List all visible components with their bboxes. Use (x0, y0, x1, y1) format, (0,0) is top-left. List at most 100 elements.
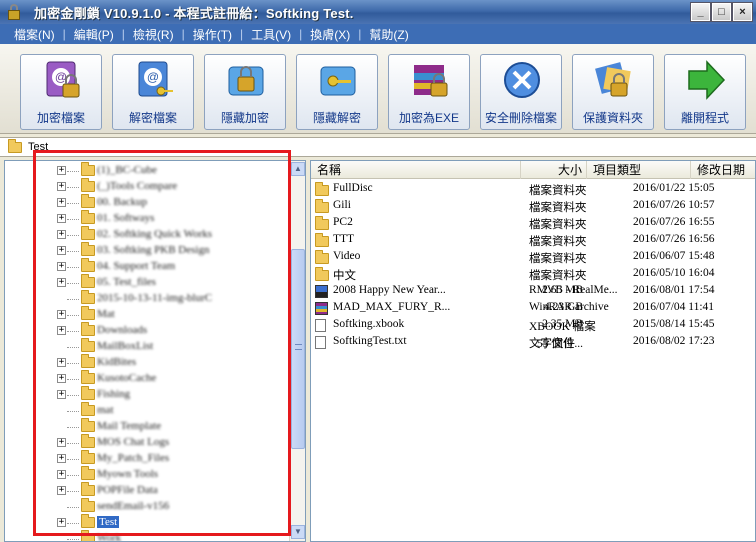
menu-help[interactable]: 幫助(Z) (361, 26, 416, 43)
folder-icon (315, 199, 329, 213)
minimize-button[interactable]: _ (690, 2, 711, 22)
tree-item[interactable]: + KidBites (5, 354, 295, 371)
file-modified: 2015/08/14 15:45 (633, 318, 715, 330)
file-row[interactable]: Gili 檔案資料夾 2016/07/26 10:57 (311, 198, 755, 215)
protect-folder-button[interactable]: 保護資料夾 (572, 54, 654, 130)
toolbar-label: 安全刪除檔案 (484, 111, 557, 125)
menu-view[interactable]: 檢視(R) (125, 26, 182, 43)
tree-item[interactable]: sendEmail-v156 (5, 498, 295, 515)
encrypt-file-button[interactable]: @ 加密檔案 (20, 54, 102, 130)
window-title: 加密金剛鎖 V10.9.1.0 - 本程式註冊給：Softking Test. (34, 5, 354, 21)
file-row[interactable]: FullDisc 檔案資料夾 2016/01/22 15:05 (311, 181, 755, 198)
file-row[interactable]: TTT 檔案資料夾 2016/07/26 16:56 (311, 232, 755, 249)
scroll-down-arrow[interactable]: ▼ (291, 525, 305, 539)
file-modified: 2016/08/01 17:54 (633, 284, 715, 296)
scroll-thumb[interactable] (291, 249, 305, 449)
decrypt-file-button[interactable]: @ 解密檔案 (112, 54, 194, 130)
menu-operate[interactable]: 操作(T) (185, 26, 240, 43)
tree-item[interactable]: + KusotoCache (5, 370, 295, 387)
expand-icon[interactable]: + (57, 454, 66, 463)
encrypt-exe-icon (414, 65, 448, 97)
file-row[interactable]: MAD_MAX_FURY_R... 4.23 GB WinRAR archive 20… (311, 300, 755, 317)
menu-edit[interactable]: 編輯(P) (66, 26, 122, 43)
tree-item[interactable]: + Downloads (5, 322, 295, 339)
tree-item[interactable]: MailBoxList (5, 338, 295, 355)
tree-item[interactable]: + Fishing (5, 386, 295, 403)
expand-icon[interactable]: + (57, 230, 66, 239)
folder-icon (81, 434, 95, 448)
file-modified: 2016/05/10 16:04 (633, 267, 715, 279)
expand-icon[interactable]: + (57, 310, 66, 319)
column-size[interactable]: 大小 (521, 161, 587, 179)
tree-item[interactable]: + POPFile Data (5, 482, 295, 499)
expand-icon[interactable]: + (57, 214, 66, 223)
tree-item[interactable]: + (_)Tools Compare (5, 178, 295, 195)
tree-connector (67, 539, 79, 540)
tree-item[interactable]: +03. Softking PKB Design (5, 242, 295, 259)
file-row[interactable]: Softking.xbook 2.35 MB XBOOK 檔案 2015/08/14 … (311, 317, 755, 334)
tree-item[interactable]: +01. Softways (5, 210, 295, 227)
tree-item[interactable]: Mail Template (5, 418, 295, 435)
file-row[interactable]: Video 檔案資料夾 2016/06/07 15:48 (311, 249, 755, 266)
file-list[interactable]: 名稱 大小 項目類型 修改日期 FullDisc 檔案資料夾 2016/01/22 … (310, 160, 756, 542)
tree-item[interactable]: +04. Support Team (5, 258, 295, 275)
hide-encrypt-button[interactable]: 隱藏加密 (204, 54, 286, 130)
expand-icon[interactable]: + (57, 182, 66, 191)
expand-icon[interactable]: + (57, 438, 66, 447)
expand-icon[interactable]: + (57, 374, 66, 383)
expand-icon[interactable]: + (57, 470, 66, 479)
tree-item[interactable]: +05. Test_files (5, 274, 295, 291)
tree-item[interactable]: + MOS Chat Logs (5, 434, 295, 451)
tree-item[interactable]: +02. Softking Quick Works (5, 226, 295, 243)
window-controls: _ □ × (690, 2, 753, 22)
maximize-button[interactable]: □ (711, 2, 732, 22)
encrypt-exe-button[interactable]: 加密為EXE (388, 54, 470, 130)
expand-icon[interactable]: + (57, 278, 66, 287)
file-row[interactable]: 2008 Happy New Year... 2.65 MB RMVB - Real… (311, 283, 755, 300)
tree-item[interactable]: + Myown Tools (5, 466, 295, 483)
file-type: 檔案資料夾 (529, 219, 587, 231)
tree-scrollbar[interactable]: ▲ ▼ (289, 161, 305, 541)
exit-button[interactable]: 離開程式 (664, 54, 746, 130)
expand-icon[interactable]: + (57, 198, 66, 207)
file-row[interactable]: SoftkingTest.txt 55 個位... 文字文件 2016/08/02 1… (311, 334, 755, 351)
menu-file[interactable]: 檔案(N) (6, 26, 63, 43)
expand-icon[interactable]: + (57, 326, 66, 335)
expand-icon[interactable]: + (57, 390, 66, 399)
file-modified: 2016/06/07 15:48 (633, 250, 715, 262)
file-row[interactable]: PC2 檔案資料夾 2016/07/26 16:55 (311, 215, 755, 232)
expand-icon[interactable]: + (57, 518, 66, 527)
file-row[interactable]: 中文 檔案資料夾 2016/05/10 16:04 (311, 266, 755, 283)
tree-item[interactable]: Work (5, 530, 295, 541)
hide-decrypt-button[interactable]: 隱藏解密 (296, 54, 378, 130)
menu-skin[interactable]: 換膚(X) (302, 26, 358, 43)
tree-item[interactable]: + Mat (5, 306, 295, 323)
folder-icon (81, 514, 95, 528)
file-type: WinRAR archive (529, 301, 609, 313)
expand-icon[interactable]: + (57, 262, 66, 271)
column-name[interactable]: 名稱 (311, 161, 521, 179)
expand-icon[interactable]: + (57, 486, 66, 495)
secure-delete-button[interactable]: 安全刪除檔案 (480, 54, 562, 130)
menu-tools[interactable]: 工具(V) (243, 26, 299, 43)
tree-connector (67, 459, 79, 460)
tree-item[interactable]: mat (5, 402, 295, 419)
expand-icon[interactable]: + (57, 246, 66, 255)
expand-icon[interactable]: + (57, 166, 66, 175)
scroll-up-arrow[interactable]: ▲ (291, 162, 305, 176)
file-name: Gili (333, 199, 351, 211)
toolbar-label: 保護資料夾 (582, 111, 643, 125)
column-modified[interactable]: 修改日期 (691, 161, 755, 179)
address-bar[interactable]: Test (0, 137, 756, 157)
tree-item[interactable]: + Test (5, 514, 295, 531)
lock-icon[interactable] (6, 4, 22, 20)
tree-connector (67, 315, 79, 316)
tree-item[interactable]: + (1)_BC-Cube (5, 162, 295, 179)
tree-item[interactable]: 2015-10-13-11-img-blurC (5, 290, 295, 307)
close-button[interactable]: × (732, 2, 753, 22)
tree-item[interactable]: + My_Patch_Files (5, 450, 295, 467)
expand-icon[interactable]: + (57, 358, 66, 367)
tree-item[interactable]: +00. Backup (5, 194, 295, 211)
column-type[interactable]: 項目類型 (587, 161, 691, 179)
folder-tree[interactable]: + (1)_BC-Cube + (_)Tools Compare +00. Backup… (4, 160, 306, 542)
